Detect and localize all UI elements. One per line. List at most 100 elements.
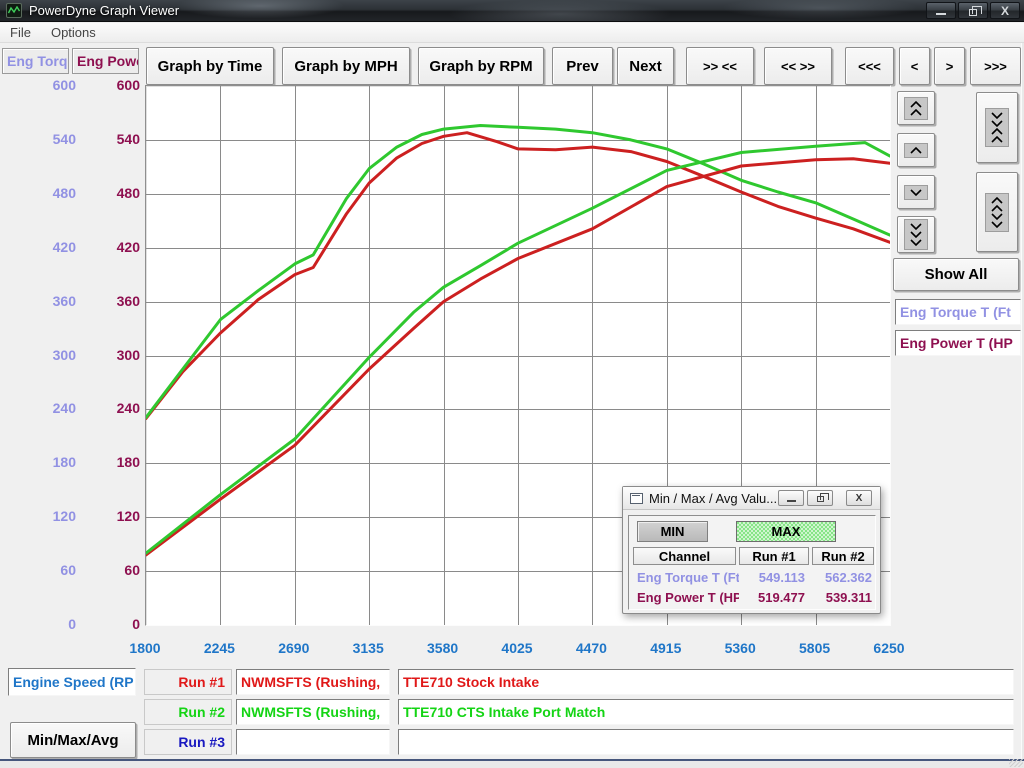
graph-by-time-button[interactable]: Graph by Time [146, 47, 274, 85]
channel-tab-eng-torque[interactable]: Eng Torq [2, 48, 69, 74]
minmax-minimize-button[interactable] [778, 490, 804, 506]
restore-icon [817, 496, 824, 502]
titlebar[interactable]: PowerDyne Graph Viewer X [0, 0, 1024, 22]
close-icon: X [1001, 4, 1009, 18]
x-tick: 5805 [787, 640, 843, 656]
x-tick: 3135 [340, 640, 396, 656]
restore-icon [969, 9, 977, 16]
minmax-avg-button[interactable]: Min/Max/Avg [10, 722, 136, 758]
column-header-channel[interactable]: Channel [633, 547, 736, 565]
run2-file-field[interactable]: NWMSFTS (Rushing, [236, 699, 390, 725]
y-tick-torque: 300 [30, 346, 76, 364]
y-tick-torque: 480 [30, 184, 76, 202]
scroll-left-button[interactable]: < [899, 47, 930, 85]
scroll-right-button[interactable]: > [934, 47, 965, 85]
legend-eng-torque[interactable]: Eng Torque T (Ft [895, 299, 1021, 325]
y-zoom-in-button[interactable] [976, 92, 1018, 163]
expand-vertical-icon [985, 193, 1009, 232]
zoom-out-x-button[interactable]: << >> [764, 47, 832, 85]
close-icon: X [856, 493, 863, 504]
column-header-run1[interactable]: Run #1 [739, 547, 809, 565]
y-tick-power: 0 [94, 615, 140, 633]
run3-desc-field[interactable] [398, 729, 1014, 755]
y-tick-torque: 360 [30, 292, 76, 310]
y-tick-power: 360 [94, 292, 140, 310]
scroll-far-right-button[interactable]: >>> [970, 47, 1021, 85]
app-window: PowerDyne Graph Viewer X File Options En… [0, 0, 1024, 768]
legend-eng-power[interactable]: Eng Power T (HP [895, 330, 1021, 356]
column-header-run2[interactable]: Run #2 [812, 547, 874, 565]
channel-tab-eng-power[interactable]: Eng Powe [72, 48, 139, 74]
run-file-text: NWMSFTS (Rushing, [241, 674, 380, 690]
window-title: PowerDyne Graph Viewer [29, 3, 179, 18]
run1-file-field[interactable]: NWMSFTS (Rushing, [236, 669, 390, 695]
graph-by-mph-button[interactable]: Graph by MPH [282, 47, 410, 85]
y-scroll-down-button[interactable] [897, 175, 935, 209]
app-icon [6, 3, 22, 18]
minmax-window-icon [630, 493, 643, 504]
y-tick-torque: 120 [30, 507, 76, 525]
y-tick-torque: 0 [30, 615, 76, 633]
channel-tab-label: Eng Torq [7, 53, 67, 69]
y-tick-torque: 180 [30, 453, 76, 471]
run1-label: Run #1 [144, 669, 232, 695]
x-tick: 4025 [489, 640, 545, 656]
run3-label: Run #3 [144, 729, 232, 755]
legend-label: Eng Torque T (Ft [900, 304, 1011, 320]
prev-button[interactable]: Prev [552, 47, 613, 85]
minmax-row-run2-value: 562.362 [812, 570, 872, 585]
zoom-in-x-button[interactable]: >> << [686, 47, 754, 85]
channel-tab-label: Eng Powe [77, 53, 139, 69]
x-tick: 2245 [191, 640, 247, 656]
minmax-window-titlebar[interactable]: Min / Max / Avg Valu... X [623, 487, 880, 510]
chevron-up-icon [904, 143, 928, 158]
y-tick-torque: 540 [30, 130, 76, 148]
y-tick-power: 60 [94, 561, 140, 579]
max-toggle-button[interactable]: MAX [736, 521, 836, 542]
minmax-row-channel: Eng Power T (HP) [637, 590, 739, 605]
restore-button[interactable] [958, 2, 988, 19]
y-tick-power: 420 [94, 238, 140, 256]
y-tick-power: 480 [94, 184, 140, 202]
minmax-row-channel: Eng Torque T (Ft- [637, 570, 739, 585]
scroll-far-left-button[interactable]: <<< [845, 47, 894, 85]
x-channel-label: Engine Speed (RP [13, 674, 134, 690]
y-tick-power: 120 [94, 507, 140, 525]
x-tick: 3580 [415, 640, 471, 656]
next-button[interactable]: Next [617, 47, 674, 85]
graph-by-rpm-button[interactable]: Graph by RPM [418, 47, 544, 85]
y-scroll-up-fast-button[interactable] [897, 91, 935, 125]
y-tick-torque: 240 [30, 399, 76, 417]
x-tick: 1800 [117, 640, 173, 656]
show-all-button[interactable]: Show All [893, 258, 1019, 291]
minmax-panel: MIN MAX Channel Run #1 Run #2 Eng Torque… [628, 515, 876, 610]
x-channel-field[interactable]: Engine Speed (RP [8, 668, 136, 696]
y-scroll-down-fast-button[interactable] [897, 216, 935, 253]
window-bottom-frame [0, 759, 1024, 768]
minmax-restore-button[interactable] [807, 490, 833, 506]
menu-file[interactable]: File [0, 25, 41, 40]
double-chevron-up-icon [904, 97, 928, 120]
close-button[interactable]: X [990, 2, 1020, 19]
run-desc-text: TTE710 CTS Intake Port Match [403, 704, 605, 720]
minimize-icon [936, 13, 946, 15]
y-tick-power: 240 [94, 399, 140, 417]
y-tick-power: 180 [94, 453, 140, 471]
run2-desc-field[interactable]: TTE710 CTS Intake Port Match [398, 699, 1014, 725]
minimize-button[interactable] [926, 2, 956, 19]
y-tick-torque: 420 [30, 238, 76, 256]
x-tick: 5360 [712, 640, 768, 656]
chevron-down-icon [904, 185, 928, 200]
y-scroll-up-button[interactable] [897, 133, 935, 167]
run3-file-field[interactable] [236, 729, 390, 755]
menu-options[interactable]: Options [41, 25, 106, 40]
resize-grip-icon[interactable] [1009, 759, 1023, 767]
y-zoom-out-button[interactable] [976, 172, 1018, 252]
triple-chevron-down-icon [904, 219, 928, 250]
minmax-close-button[interactable]: X [846, 490, 872, 506]
minmax-window-title: Min / Max / Avg Valu... [649, 491, 777, 506]
min-toggle-button[interactable]: MIN [637, 521, 708, 542]
run1-desc-field[interactable]: TTE710 Stock Intake [398, 669, 1014, 695]
minmax-values-window: Min / Max / Avg Valu... X MIN MAX Channe… [622, 486, 881, 614]
minmax-row-run2-value: 539.311 [812, 590, 872, 605]
